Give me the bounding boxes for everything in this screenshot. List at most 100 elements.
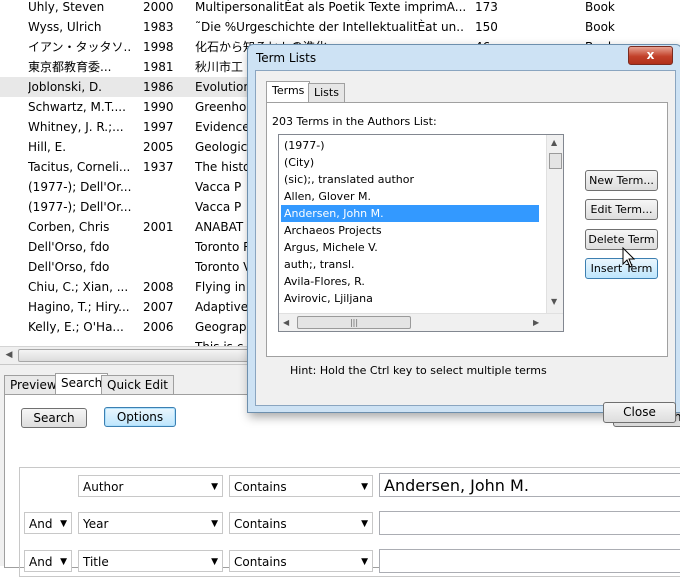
tab-preview[interactable]: Preview — [4, 375, 63, 394]
list-item[interactable]: Avila-Flores, R. — [281, 273, 539, 290]
new-term-button[interactable]: New Term... — [585, 170, 658, 191]
list-item[interactable]: Argus, Michele V. — [281, 239, 539, 256]
pages-cell: 150 — [475, 20, 498, 34]
terms-listbox[interactable]: (1977-) (City) (sic);, translated author… — [278, 134, 564, 332]
year-cell: 2007 — [143, 300, 174, 314]
author-cell: Dell'Orso, fdo — [28, 260, 110, 274]
connector-select-value: And — [29, 517, 53, 531]
terms-vscroll[interactable]: ▲ ▼ — [546, 135, 563, 313]
author-cell: イアン・タッタソ... — [28, 40, 132, 54]
year-cell: 1990 — [143, 100, 174, 114]
tab-lists[interactable]: Lists — [308, 83, 345, 102]
author-cell: Uhly, Steven — [28, 0, 105, 14]
field-select[interactable]: Title ▼ — [78, 550, 223, 572]
year-cell: 2006 — [143, 320, 174, 334]
author-cell: Wyss, Ulrich — [28, 20, 102, 34]
author-cell: Dell'Orso, fdo — [28, 240, 110, 254]
options-button[interactable]: Options — [104, 407, 176, 427]
author-cell: Hagino, T.; Hiry... — [28, 300, 130, 314]
list-item[interactable]: (1977-) — [281, 137, 539, 154]
author-cell: Tacitus, Corneli... — [28, 160, 131, 174]
scroll-left-icon[interactable]: ◀ — [2, 349, 16, 362]
author-cell: (1977-); Dell'Or... — [28, 180, 132, 194]
table-row[interactable]: Wyss, Ulrich 1983 ˜Die %Urgeschichte der… — [0, 17, 680, 37]
field-select-value: Title — [83, 555, 109, 569]
scroll-thumb[interactable]: ||| — [297, 316, 411, 329]
operator-select-value: Contains — [234, 480, 287, 494]
operator-select-value: Contains — [234, 517, 287, 531]
title-cell: ˜Die %Urgeschichte der IntellektualitÈat… — [195, 20, 465, 34]
terms-hscroll[interactable]: ◀ ||| ▶ — [279, 313, 563, 331]
dropdown-arrow-icon: ▼ — [211, 519, 218, 529]
table-row[interactable]: Uhly, Steven 2000 MultipersonalitÈat als… — [0, 0, 680, 17]
scroll-thumb[interactable] — [549, 153, 562, 169]
list-item[interactable]: (City) — [281, 154, 539, 171]
operator-select[interactable]: Contains ▼ — [229, 475, 373, 497]
author-cell: (1977-); Dell'Or... — [28, 200, 132, 214]
field-select[interactable]: Author ▼ — [78, 475, 223, 497]
author-cell: Kelly, E.; O'Ha... — [28, 320, 124, 334]
dropdown-arrow-icon: ▼ — [60, 557, 67, 567]
year-cell: 1998 — [143, 40, 174, 54]
search-tab-panel: Search Options Search Whole Author▼ Cont… — [4, 394, 680, 577]
year-cell: 1986 — [143, 80, 174, 94]
search-value-input[interactable] — [379, 549, 680, 573]
dropdown-arrow-icon: ▼ — [211, 482, 218, 492]
search-criteria-box: Author ▼ Contains ▼ Andersen, John M. And ▼… — [19, 467, 680, 577]
author-cell: 東京都教育委... — [28, 60, 112, 74]
author-cell: Joblonski, D. — [28, 80, 102, 94]
operator-select-value: Contains — [234, 555, 287, 569]
tab-quick-edit[interactable]: Quick Edit — [101, 375, 174, 394]
hint-text: Hint: Hold the Ctrl key to select multip… — [290, 364, 547, 377]
search-value-input[interactable] — [379, 511, 680, 535]
type-cell: Book — [585, 20, 615, 34]
scroll-right-icon[interactable]: ▶ — [533, 318, 539, 327]
author-cell: Schwartz, M.T.... — [28, 100, 126, 114]
field-select-value: Author — [83, 480, 124, 494]
list-item[interactable]: (sic);, translated author — [281, 171, 539, 188]
tab-terms[interactable]: Terms — [266, 81, 311, 103]
term-lists-dialog: Term Lists x Terms Lists 203 Terms in th… — [247, 44, 680, 423]
dialog-title: Term Lists — [256, 51, 317, 65]
field-select[interactable]: Year ▼ — [78, 512, 223, 534]
list-item-selected[interactable]: Andersen, John M. — [281, 205, 539, 222]
scroll-thumb[interactable] — [18, 349, 260, 362]
year-cell: 1983 — [143, 20, 174, 34]
scroll-down-icon[interactable]: ▼ — [551, 297, 557, 306]
year-cell: 2001 — [143, 220, 174, 234]
list-item[interactable]: Avirovic, Ljiljana — [281, 290, 539, 307]
search-value-input[interactable]: Andersen, John M. — [379, 473, 680, 497]
close-button[interactable]: Close — [603, 402, 676, 423]
terms-count-caption: 203 Terms in the Authors List: — [272, 115, 437, 128]
dropdown-arrow-icon: ▼ — [361, 482, 368, 492]
list-item[interactable]: Archaeos Projects — [281, 222, 539, 239]
search-button[interactable]: Search — [21, 408, 87, 428]
field-select-value: Year — [83, 517, 109, 531]
list-item[interactable]: Allen, Glover M. — [281, 188, 539, 205]
year-cell: 1937 — [143, 160, 174, 174]
year-cell: 2005 — [143, 140, 174, 154]
dropdown-arrow-icon: ▼ — [211, 557, 218, 567]
operator-select[interactable]: Contains ▼ — [229, 512, 373, 534]
author-cell: Chiu, C.; Xian, ... — [28, 280, 129, 294]
year-cell: 1981 — [143, 60, 174, 74]
dialog-client: Terms Lists 203 Terms in the Authors Lis… — [255, 70, 676, 423]
author-cell: Hill, E. — [28, 140, 67, 154]
type-cell: Book — [585, 0, 615, 14]
scroll-up-icon[interactable]: ▲ — [551, 138, 557, 147]
dropdown-arrow-icon: ▼ — [60, 519, 67, 529]
year-cell: 2008 — [143, 280, 174, 294]
author-cell: Corben, Chris — [28, 220, 110, 234]
operator-select[interactable]: Contains ▼ — [229, 550, 373, 572]
edit-term-button[interactable]: Edit Term... — [585, 199, 658, 220]
connector-select[interactable]: And ▼ — [24, 512, 72, 534]
scroll-left-icon[interactable]: ◀ — [283, 318, 289, 327]
title-cell: MultipersonalitÈat als Poetik Texte impr… — [195, 0, 465, 14]
close-icon[interactable]: x — [628, 46, 673, 65]
mouse-cursor-icon — [622, 247, 636, 268]
pages-cell: 173 — [475, 0, 498, 14]
connector-select[interactable]: And ▼ — [24, 550, 72, 572]
dropdown-arrow-icon: ▼ — [361, 519, 368, 529]
author-cell: Whitney, J. R.;... — [28, 120, 124, 134]
list-item[interactable]: auth;, transl. — [281, 256, 539, 273]
